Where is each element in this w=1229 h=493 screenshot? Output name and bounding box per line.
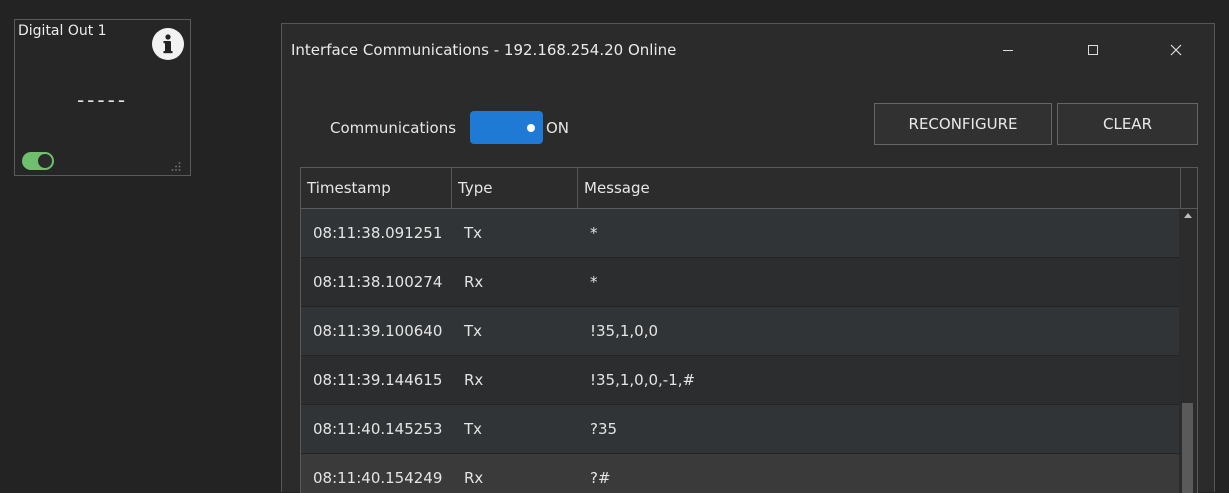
message-cell: !35,1,0,0 (590, 322, 659, 340)
scroll-thumb[interactable] (1182, 403, 1193, 493)
close-button[interactable] (1161, 36, 1191, 64)
table-row[interactable]: 08:11:40.154249 Rx ?# (301, 454, 1179, 493)
message-cell: ?35 (590, 420, 618, 438)
table-row[interactable]: 08:11:38.091251 Tx * (301, 209, 1179, 258)
info-icon[interactable] (152, 28, 184, 60)
reconfigure-button[interactable]: RECONFIGURE (874, 103, 1052, 145)
clear-button[interactable]: CLEAR (1057, 103, 1198, 145)
column-header-type[interactable]: Type (452, 168, 578, 208)
column-header-timestamp[interactable]: Timestamp (301, 168, 452, 208)
column-header-message[interactable]: Message (578, 168, 1181, 208)
resize-grip-icon[interactable] (171, 156, 181, 171)
table-body: 08:11:38.091251 Tx * 08:11:38.100274 Rx … (301, 209, 1179, 493)
close-icon (1170, 44, 1182, 56)
minimize-button[interactable] (993, 36, 1023, 64)
maximize-icon (1088, 45, 1098, 55)
toggle-dot (527, 124, 535, 132)
vertical-scrollbar[interactable] (1180, 209, 1197, 493)
table-row[interactable]: 08:11:39.100640 Tx !35,1,0,0 (301, 307, 1179, 356)
type-cell: Rx (464, 371, 484, 389)
type-cell: Rx (464, 469, 484, 487)
dialog-title: Interface Communications - 192.168.254.2… (291, 41, 677, 59)
message-cell: !35,1,0,0,-1,# (590, 371, 696, 389)
communications-table: Timestamp Type Message 08:11:38.091251 T… (300, 167, 1198, 493)
type-cell: Tx (464, 224, 483, 242)
scroll-up-icon[interactable] (1184, 213, 1192, 218)
table-row[interactable]: 08:11:39.144615 Rx !35,1,0,0,-1,# (301, 356, 1179, 405)
titlebar[interactable]: Interface Communications - 192.168.254.2… (282, 24, 1214, 76)
message-cell: ?# (590, 469, 611, 487)
communications-toggle[interactable] (470, 111, 543, 144)
timestamp-cell: 08:11:38.100274 (313, 273, 443, 291)
type-cell: Tx (464, 322, 483, 340)
type-cell: Rx (464, 273, 484, 291)
toggle-knob (38, 154, 52, 168)
digital-out-widget: Digital Out 1 ----- (14, 19, 191, 176)
type-cell: Tx (464, 420, 483, 438)
table-header: Timestamp Type Message (301, 168, 1197, 209)
message-cell: * (590, 273, 598, 291)
timestamp-cell: 08:11:39.144615 (313, 371, 443, 389)
minimize-icon (1003, 50, 1013, 51)
widget-value: ----- (76, 88, 129, 112)
widget-title: Digital Out 1 (18, 23, 107, 39)
maximize-button[interactable] (1078, 36, 1108, 64)
timestamp-cell: 08:11:40.154249 (313, 469, 443, 487)
widget-toggle[interactable] (22, 152, 54, 170)
timestamp-cell: 08:11:39.100640 (313, 322, 443, 340)
timestamp-cell: 08:11:40.145253 (313, 420, 443, 438)
communications-label: Communications (330, 119, 457, 137)
table-row[interactable]: 08:11:38.100274 Rx * (301, 258, 1179, 307)
message-cell: * (590, 224, 598, 242)
timestamp-cell: 08:11:38.091251 (313, 224, 443, 242)
table-row[interactable]: 08:11:40.145253 Tx ?35 (301, 405, 1179, 454)
toggle-state-label: ON (546, 119, 570, 137)
interface-communications-dialog: Interface Communications - 192.168.254.2… (281, 23, 1215, 493)
